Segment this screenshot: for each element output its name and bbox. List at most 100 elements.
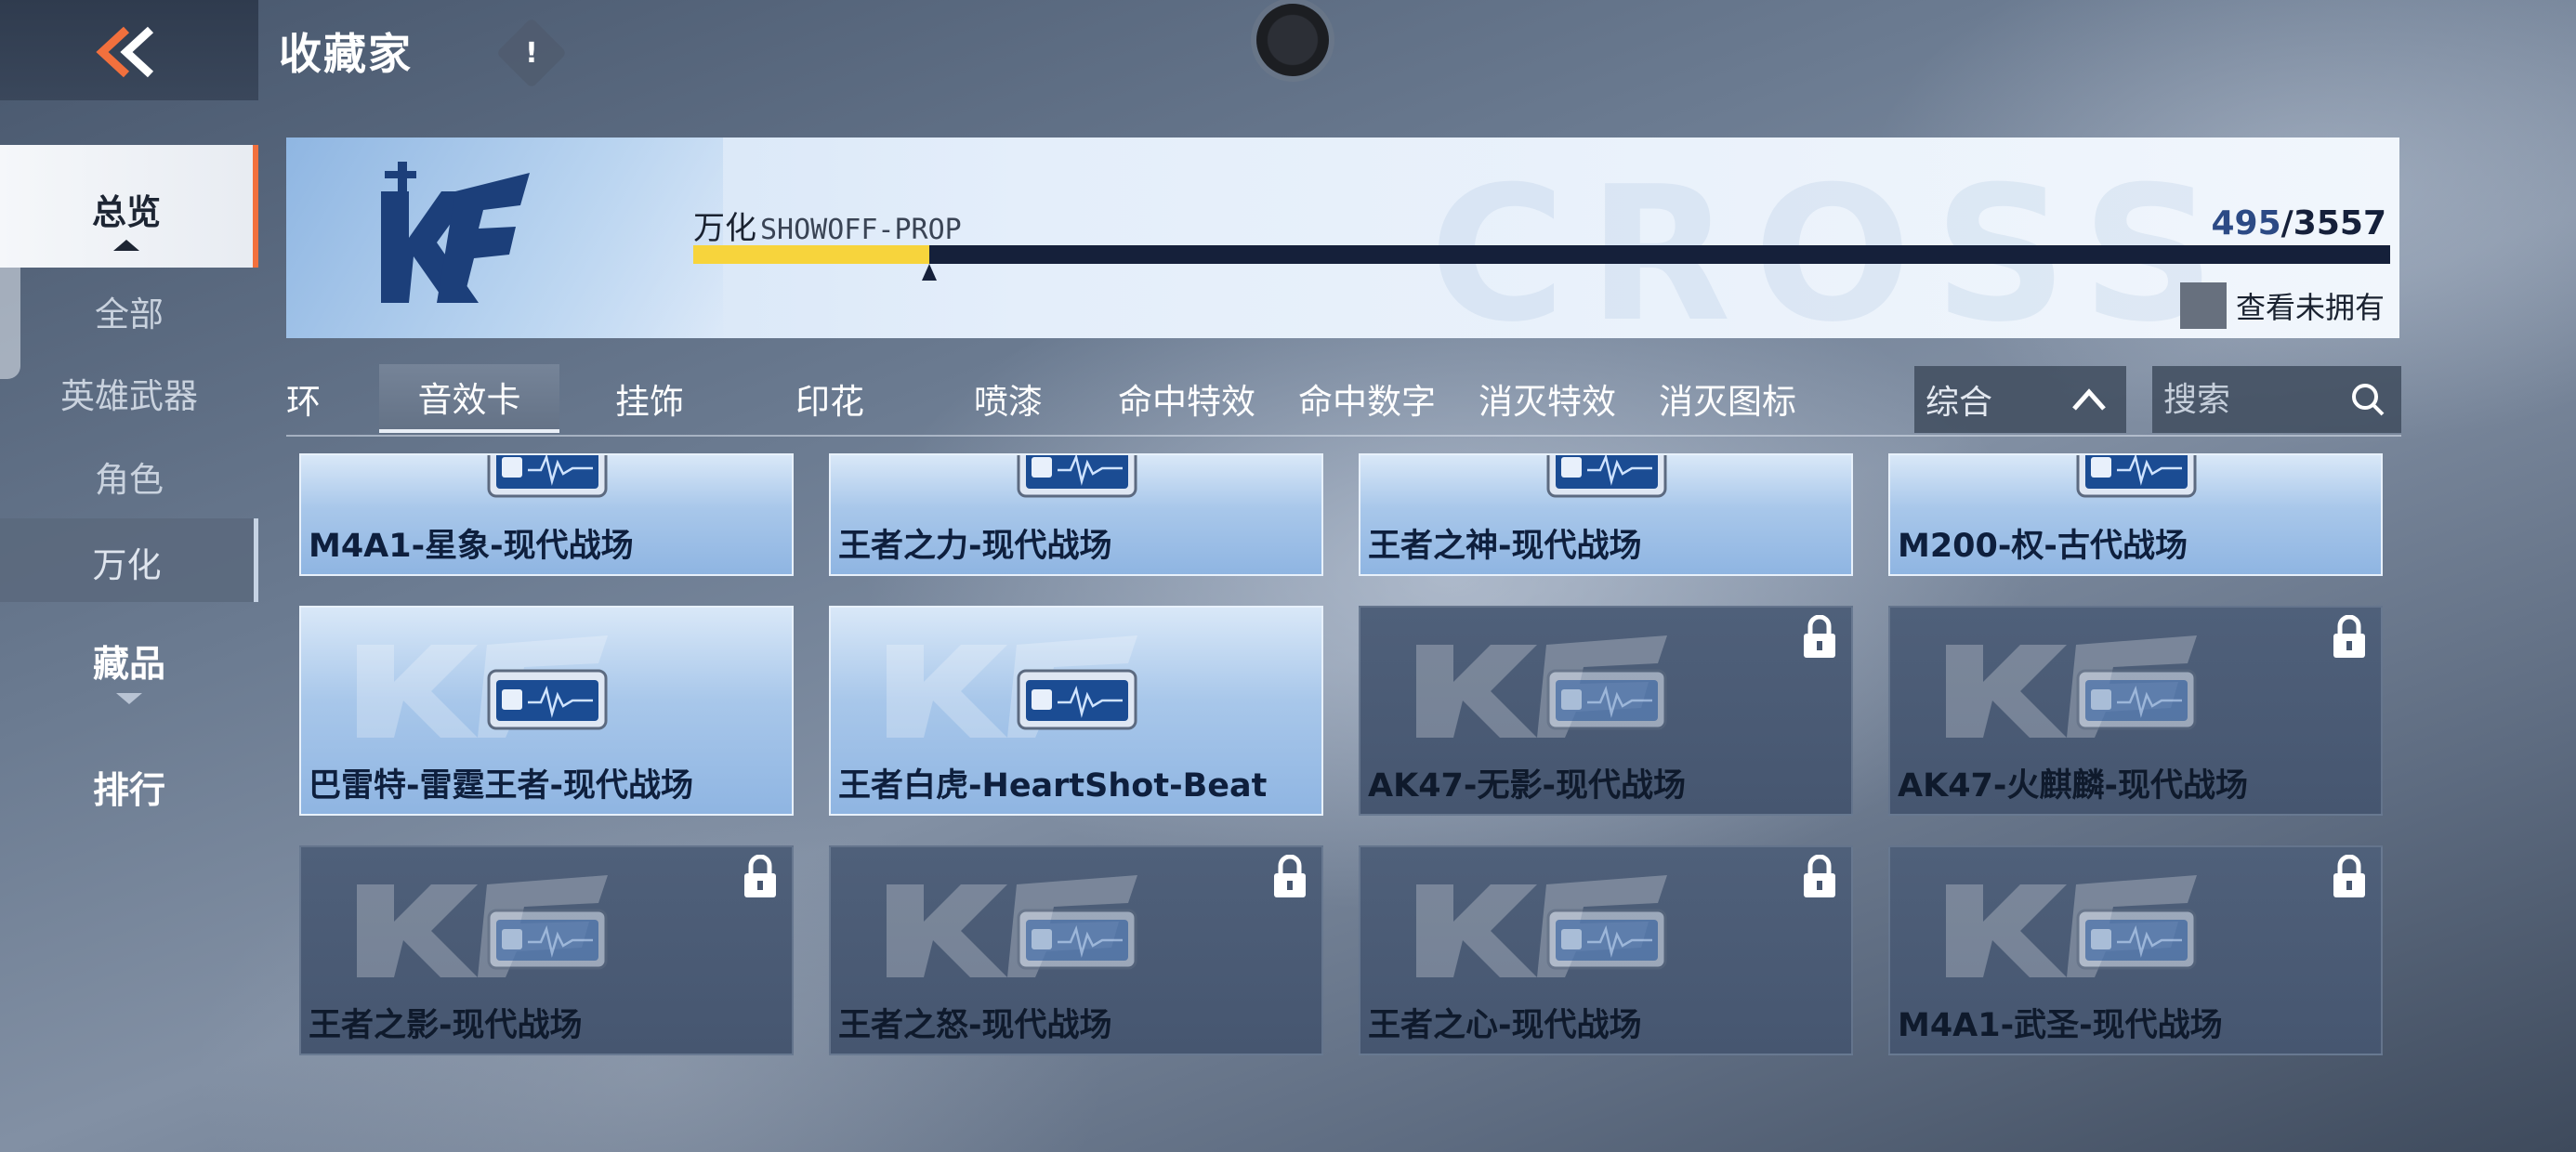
tab-kill-effect[interactable]: 消灭特效 bbox=[1468, 364, 1626, 433]
item-name: 王者之心-现代战场 bbox=[1368, 1007, 1642, 1044]
tabs-divider bbox=[286, 435, 2401, 437]
tab-ring[interactable]: 环 bbox=[286, 364, 327, 433]
sidebar-item-label: 万化 bbox=[92, 545, 162, 585]
expand-down-icon bbox=[116, 693, 142, 704]
item-name: 王者白虎-HeartShot-Beat bbox=[838, 767, 1268, 805]
item-name: M4A1-武圣-现代战场 bbox=[1898, 1007, 2223, 1044]
sidebar-item-label: 英雄武器 bbox=[60, 376, 198, 416]
sidebar-item-ranking[interactable]: 排行 bbox=[0, 762, 258, 818]
banner-watermark: CROSS bbox=[1429, 147, 2238, 338]
sidebar-item-label: 总览 bbox=[92, 192, 161, 232]
tab-decal[interactable]: 印花 bbox=[779, 364, 881, 433]
item-name: M200-权-古代战场 bbox=[1898, 528, 2188, 565]
sidebar-item-wanhua[interactable]: 万化 bbox=[0, 518, 258, 602]
sort-dropdown[interactable]: 综合 bbox=[1914, 366, 2126, 433]
sort-selected-value: 综合 bbox=[1925, 384, 1993, 422]
item-card[interactable]: 王者白虎-HeartShot-Beat bbox=[829, 606, 1323, 816]
sound-card-icon bbox=[1017, 909, 1137, 970]
item-name: 王者之怒-现代战场 bbox=[838, 1007, 1112, 1044]
info-icon: ! bbox=[525, 36, 538, 70]
sound-card-icon bbox=[2076, 669, 2197, 730]
back-arrow-icon bbox=[96, 26, 154, 78]
item-name: 巴雷特-雷霆王者-现代战场 bbox=[309, 767, 694, 805]
item-card[interactable]: 王者之影-现代战场 bbox=[299, 845, 794, 1055]
item-card[interactable]: 王者之心-现代战场 bbox=[1359, 845, 1853, 1055]
show-unowned-checkbox[interactable] bbox=[2179, 282, 2227, 329]
lock-icon bbox=[1274, 855, 1306, 897]
sound-card-icon bbox=[1546, 455, 1667, 498]
progress-subtitle: SHOWOFF-PROP bbox=[760, 214, 962, 246]
tab-hit-effect[interactable]: 命中特效 bbox=[1108, 364, 1266, 433]
count-separator: / bbox=[2280, 204, 2293, 242]
tab-sound-card[interactable]: 音效卡 bbox=[379, 364, 559, 433]
sidebar-item-hero-weapons[interactable]: 英雄武器 bbox=[0, 368, 258, 424]
progress-category: 万化 bbox=[693, 210, 756, 247]
item-card[interactable]: 王者之怒-现代战场 bbox=[829, 845, 1323, 1055]
sound-card-icon bbox=[1546, 909, 1667, 970]
progress-count: 495/3557 bbox=[2211, 204, 2386, 242]
sound-card-icon bbox=[2076, 455, 2197, 498]
tab-kill-icon[interactable]: 消灭图标 bbox=[1649, 364, 1807, 433]
item-card[interactable]: M4A1-星象-现代战场 bbox=[299, 453, 794, 576]
search-input[interactable] bbox=[2163, 380, 2340, 419]
info-button[interactable]: ! bbox=[495, 17, 568, 89]
progress-marker-icon bbox=[922, 264, 937, 281]
item-grid: M4A1-星象-现代战场 王者之力-现代战场 王者之神-现代战场 M200-权-古代战… bbox=[286, 453, 2401, 1152]
tab-hit-number[interactable]: 命中数字 bbox=[1288, 364, 1446, 433]
tab-pendant[interactable]: 挂饰 bbox=[598, 364, 701, 433]
sidebar-item-all[interactable]: 全部 bbox=[0, 286, 258, 342]
sound-card-icon bbox=[1017, 455, 1137, 498]
sidebar-group-collectibles[interactable]: 藏品 bbox=[0, 635, 258, 728]
item-card[interactable]: M4A1-武圣-现代战场 bbox=[1888, 845, 2383, 1055]
progress-bar-fill bbox=[693, 245, 929, 264]
progress-banner: CROSS 万化 SHOWOFF-PROP 495/3557 查看未拥有 bbox=[286, 137, 2399, 338]
item-name: 王者之神-现代战场 bbox=[1368, 528, 1642, 565]
top-bar: 收藏家 ! bbox=[0, 0, 2576, 102]
sound-card-icon bbox=[487, 669, 608, 730]
cf-logo-icon bbox=[381, 162, 530, 303]
search-icon[interactable] bbox=[2349, 381, 2386, 418]
sidebar-item-label: 角色 bbox=[95, 460, 164, 500]
progress-bar bbox=[693, 245, 2390, 264]
sound-card-icon bbox=[487, 455, 608, 498]
item-card[interactable]: AK47-无影-现代战场 bbox=[1359, 606, 1853, 816]
expand-up-icon bbox=[113, 240, 139, 251]
sidebar-item-label: 全部 bbox=[95, 295, 164, 334]
item-card[interactable]: M200-权-古代战场 bbox=[1888, 453, 2383, 576]
page-title: 收藏家 bbox=[279, 29, 413, 79]
show-unowned-toggle[interactable]: 查看未拥有 bbox=[2179, 282, 2385, 329]
lock-icon bbox=[744, 855, 776, 897]
sound-card-icon bbox=[1546, 669, 1667, 730]
item-name: M4A1-星象-现代战场 bbox=[309, 528, 634, 565]
lock-icon bbox=[1804, 855, 1835, 897]
item-name: 王者之力-现代战场 bbox=[838, 528, 1112, 565]
item-name: AK47-火麒麟-现代战场 bbox=[1898, 767, 2248, 805]
category-tabs: 环 音效卡 挂饰 印花 喷漆 命中特效 命中数字 消灭特效 消灭图标 bbox=[286, 364, 1894, 437]
sound-card-icon bbox=[487, 909, 608, 970]
sidebar-item-label: 排行 bbox=[92, 770, 165, 812]
tab-spray[interactable]: 喷漆 bbox=[957, 364, 1059, 433]
item-card[interactable]: 王者之力-现代战场 bbox=[829, 453, 1323, 576]
progress-label: 万化 SHOWOFF-PROP bbox=[693, 203, 962, 248]
owned-count: 495 bbox=[2211, 204, 2281, 242]
camera-cutout bbox=[1256, 4, 1329, 76]
search-box bbox=[2152, 366, 2401, 433]
total-count: 3557 bbox=[2293, 204, 2386, 242]
lock-icon bbox=[2333, 615, 2365, 658]
item-card[interactable]: AK47-火麒麟-现代战场 bbox=[1888, 606, 2383, 816]
item-name: AK47-无影-现代战场 bbox=[1368, 767, 1686, 805]
item-name: 王者之影-现代战场 bbox=[309, 1007, 583, 1044]
sidebar-item-label: 藏品 bbox=[92, 644, 165, 686]
lock-icon bbox=[1804, 615, 1835, 658]
sidebar-item-overview[interactable]: 总览 bbox=[0, 145, 258, 268]
back-button[interactable] bbox=[0, 0, 258, 100]
sound-card-icon bbox=[2076, 909, 2197, 970]
item-card[interactable]: 王者之神-现代战场 bbox=[1359, 453, 1853, 576]
chevron-up-icon bbox=[2072, 388, 2106, 411]
item-card[interactable]: 巴雷特-雷霆王者-现代战场 bbox=[299, 606, 794, 816]
sidebar: 总览 全部 英雄武器 角色 万化 藏品 排行 bbox=[0, 141, 258, 1152]
lock-icon bbox=[2333, 855, 2365, 897]
sidebar-item-characters[interactable]: 角色 bbox=[0, 452, 258, 507]
show-unowned-label: 查看未拥有 bbox=[2235, 290, 2385, 325]
sound-card-icon bbox=[1017, 669, 1137, 730]
